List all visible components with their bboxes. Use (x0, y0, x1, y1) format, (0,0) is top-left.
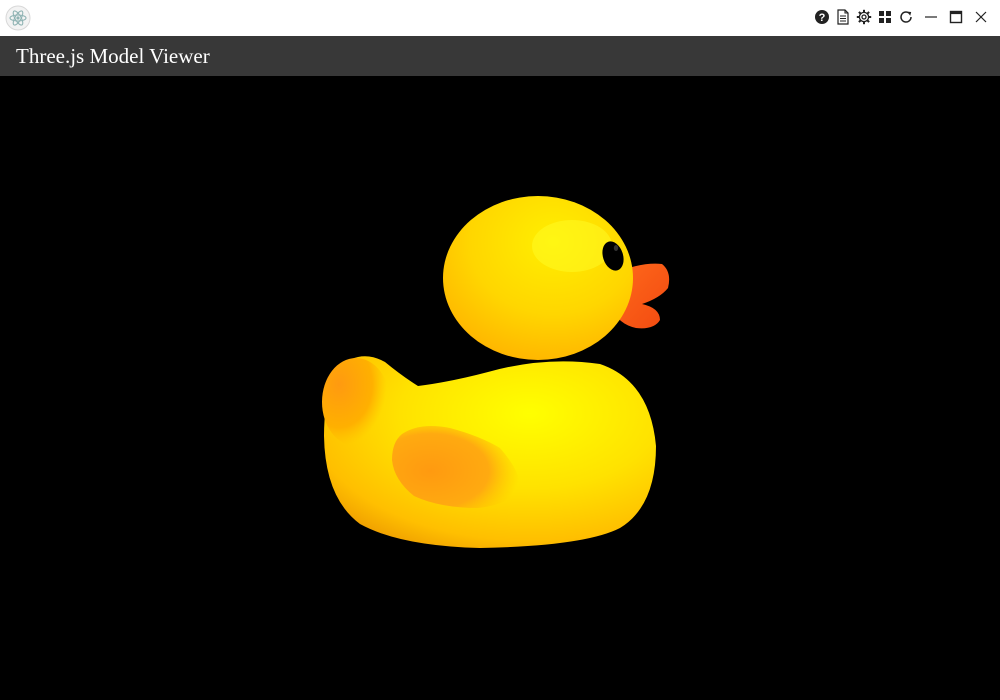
duck-head-highlight (532, 220, 612, 272)
duck-eye-glint (613, 245, 619, 251)
reload-icon[interactable] (896, 6, 915, 28)
document-icon[interactable] (833, 6, 852, 28)
help-icon[interactable]: ? (812, 6, 831, 28)
duck-model (322, 196, 670, 548)
app-header: Three.js Model Viewer (0, 36, 1000, 76)
model-viewport[interactable] (0, 76, 1000, 700)
svg-text:?: ? (818, 12, 825, 24)
duck-head (443, 196, 633, 360)
settings-icon[interactable] (854, 6, 873, 28)
duck-tail-shade (322, 358, 390, 446)
window-controls: ? (812, 6, 990, 28)
atom-app-icon (5, 5, 31, 31)
grid-icon[interactable] (875, 6, 894, 28)
maximize-icon[interactable] (946, 6, 965, 28)
minimize-icon[interactable] (921, 6, 940, 28)
page-title: Three.js Model Viewer (16, 44, 210, 68)
window-titlebar: ? (0, 0, 1000, 36)
close-icon[interactable] (971, 6, 990, 28)
